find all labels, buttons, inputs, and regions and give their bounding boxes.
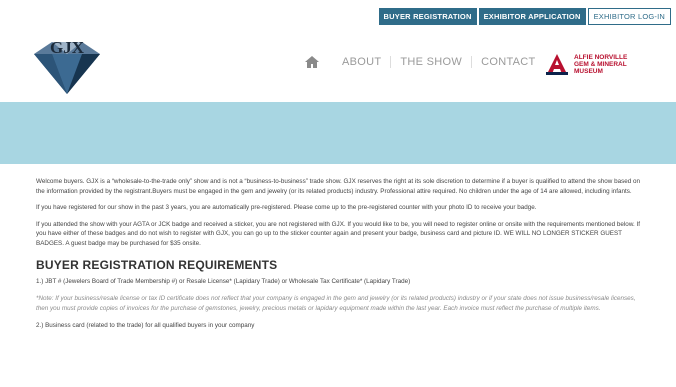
sticker-paragraph: If you attended the show with your AGTA … <box>36 220 641 247</box>
main-content: Welcome buyers. GJX is a “wholesale-to-t… <box>0 177 676 331</box>
exhibitor-application-button[interactable]: EXHIBITOR APPLICATION <box>478 8 586 25</box>
welcome-paragraph: Welcome buyers. GJX is a “wholesale-to-t… <box>36 178 640 195</box>
requirement-item-2: 2.) Business card (related to the trade)… <box>36 322 255 330</box>
nav-contact[interactable]: CONTACT <box>472 56 544 68</box>
preregistered-paragraph: If you have registered for our show in t… <box>36 204 537 212</box>
exhibitor-login-button[interactable]: EXHIBITOR LOG-IN <box>587 8 671 25</box>
logo-text: GJX <box>50 38 85 57</box>
nav-the-show[interactable]: THE SHOW <box>391 56 473 68</box>
museum-name-line1: ALFIE NORVILLE <box>574 53 628 61</box>
gjx-logo[interactable]: GJX <box>26 34 108 96</box>
requirement-item-1: 1.) JBT # (Jewelers Board of Trade Membe… <box>36 277 411 285</box>
top-buttons: BUYER REGISTRATION EXHIBITOR APPLICATION… <box>378 8 671 25</box>
requirement-note: *Note: If your business/resale license o… <box>36 295 636 312</box>
museum-name-line2: GEM & MINERAL <box>574 60 627 68</box>
site-header: GJX ABOUT THE SHOW CONTACT ALFIE NORVILL… <box>0 30 676 102</box>
buyer-registration-button[interactable]: BUYER REGISTRATION <box>378 8 477 25</box>
nav-about[interactable]: ABOUT <box>333 56 392 68</box>
main-nav: ABOUT THE SHOW CONTACT <box>305 56 545 68</box>
museum-name: ALFIE NORVILLE GEM & MINERAL MUSEUM <box>574 54 627 75</box>
museum-sponsor[interactable]: ALFIE NORVILLE GEM & MINERAL MUSEUM <box>546 53 627 75</box>
diamond-logo-icon: GJX <box>34 38 100 94</box>
university-a-logo-icon <box>546 54 568 75</box>
museum-name-line3: MUSEUM <box>574 67 603 75</box>
top-bar: BUYER REGISTRATION EXHIBITOR APPLICATION… <box>0 0 676 30</box>
hero-banner <box>0 102 676 164</box>
requirements-heading: BUYER REGISTRATION REQUIREMENTS <box>36 257 278 272</box>
home-icon[interactable] <box>305 56 319 68</box>
